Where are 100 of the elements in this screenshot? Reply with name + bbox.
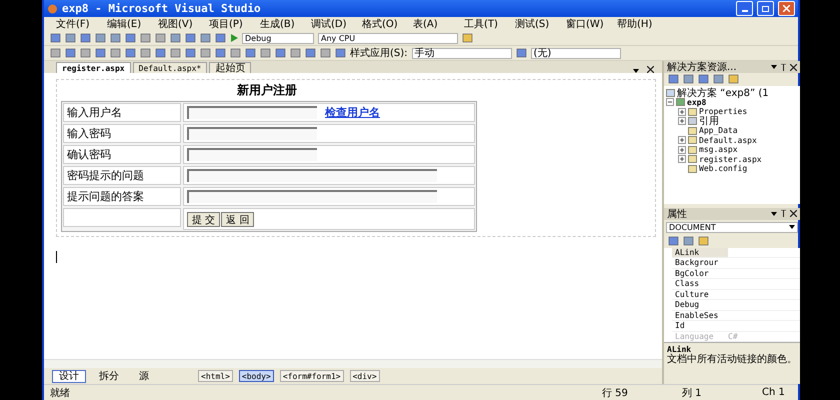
menu-item[interactable]: 项目(P) bbox=[209, 17, 260, 31]
toolbar-icon[interactable] bbox=[290, 48, 301, 58]
play-icon[interactable] bbox=[230, 34, 238, 42]
tag-path-button[interactable]: <html> bbox=[198, 370, 233, 382]
expand-icon[interactable] bbox=[678, 155, 686, 164]
menu-item[interactable]: 格式(O) bbox=[362, 17, 413, 31]
toolbar-icon[interactable] bbox=[80, 33, 91, 43]
dropdown-arrow-icon[interactable] bbox=[771, 212, 777, 216]
toolbar-icon[interactable] bbox=[462, 33, 473, 43]
toolbar-icon[interactable] bbox=[215, 33, 226, 43]
expand-icon[interactable] bbox=[678, 146, 686, 154]
toolbar-icon[interactable] bbox=[125, 48, 136, 58]
expand-icon[interactable] bbox=[678, 136, 686, 144]
toolbar-icon[interactable] bbox=[110, 33, 121, 43]
form-button[interactable]: 返 回 bbox=[221, 212, 254, 226]
toolbar-icon[interactable] bbox=[110, 48, 121, 58]
check-username-link[interactable]: 检查用户名 bbox=[325, 105, 380, 120]
toolbar-icon[interactable] bbox=[200, 33, 211, 43]
dropdown-arrow-icon[interactable] bbox=[789, 225, 795, 230]
toolbar-icon[interactable] bbox=[698, 74, 709, 84]
input-field[interactable] bbox=[187, 148, 317, 161]
toolbar-icon[interactable] bbox=[170, 33, 181, 43]
menu-item[interactable]: 窗口(W) bbox=[566, 17, 617, 31]
toolbar-icon[interactable] bbox=[320, 48, 331, 58]
tree-item[interactable]: App_Data bbox=[699, 126, 738, 136]
document-tab[interactable]: register.aspx bbox=[56, 62, 131, 73]
collapse-icon[interactable] bbox=[666, 98, 674, 106]
menu-item[interactable]: 工具(T) bbox=[464, 17, 515, 31]
view-tab[interactable]: 拆分 bbox=[92, 370, 126, 382]
toolbar-icon[interactable] bbox=[230, 48, 241, 58]
tree-item[interactable]: Properties bbox=[699, 107, 748, 116]
close-button[interactable] bbox=[778, 1, 795, 16]
platform-dropdown[interactable]: Any CPU bbox=[318, 32, 458, 44]
expand-icon[interactable] bbox=[678, 108, 686, 116]
input-field[interactable] bbox=[187, 127, 317, 140]
toolbar-icon[interactable] bbox=[80, 48, 91, 58]
tree-item[interactable]: Default.aspx bbox=[699, 136, 757, 145]
toolbar-icon[interactable] bbox=[50, 33, 61, 43]
toolbar-icon[interactable] bbox=[170, 48, 181, 58]
property-name[interactable]: EnableSes bbox=[672, 310, 728, 320]
menu-item[interactable]: 视图(V) bbox=[158, 17, 209, 31]
toolbar-icon[interactable] bbox=[140, 48, 151, 58]
toolbar-icon[interactable] bbox=[335, 48, 346, 58]
form-button[interactable]: 提 交 bbox=[187, 212, 220, 226]
menu-item[interactable]: 编辑(E) bbox=[107, 17, 158, 31]
toolbar-icon[interactable] bbox=[260, 48, 271, 58]
configuration-dropdown[interactable]: Debug bbox=[242, 32, 314, 44]
property-name[interactable]: Culture bbox=[672, 290, 728, 300]
toolbar-icon[interactable] bbox=[140, 33, 151, 43]
menu-item[interactable]: 测试(S) bbox=[515, 17, 566, 31]
target-dropdown[interactable]: (无) bbox=[530, 48, 621, 58]
toolbar-icon[interactable] bbox=[728, 74, 739, 84]
menu-item[interactable]: 表(A) bbox=[413, 17, 464, 31]
tree-item[interactable]: exp8 bbox=[687, 98, 706, 107]
dropdown-arrow-icon[interactable] bbox=[771, 65, 777, 69]
toolbar-icon[interactable] bbox=[275, 48, 286, 58]
style-dropdown[interactable]: 手动 bbox=[412, 48, 512, 58]
toolbar-icon[interactable] bbox=[65, 48, 76, 58]
toolbar-icon[interactable] bbox=[185, 48, 196, 58]
object-dropdown[interactable]: DOCUMENT bbox=[666, 222, 798, 233]
toolbar-icon[interactable] bbox=[95, 33, 106, 43]
tree-item[interactable]: 解决方案 “exp8” (1 bbox=[677, 86, 769, 100]
property-name[interactable]: Debug bbox=[672, 300, 728, 310]
menu-item[interactable]: 文件(F) bbox=[56, 17, 107, 31]
close-icon[interactable] bbox=[647, 66, 654, 73]
view-tab[interactable]: 源 bbox=[132, 370, 156, 382]
menu-item[interactable]: 帮助(H) bbox=[617, 17, 668, 31]
toolbar-icon[interactable] bbox=[683, 74, 694, 84]
tag-path-button[interactable]: <body> bbox=[238, 370, 274, 382]
document-tab[interactable]: 起始页 bbox=[209, 62, 252, 73]
toolbar-icon[interactable] bbox=[683, 236, 694, 246]
tag-path-button[interactable]: <div> bbox=[350, 370, 380, 382]
toolbar-icon[interactable] bbox=[668, 74, 679, 84]
input-field[interactable] bbox=[187, 190, 437, 203]
toolbar-icon[interactable] bbox=[305, 48, 316, 58]
tree-item[interactable]: 引用 bbox=[699, 114, 719, 128]
toolbar-icon[interactable] bbox=[65, 33, 76, 43]
toolbar-icon[interactable] bbox=[668, 236, 679, 246]
close-icon[interactable] bbox=[790, 210, 797, 218]
property-name[interactable]: Backgrour bbox=[672, 258, 728, 268]
input-field[interactable] bbox=[187, 106, 317, 119]
toolbar-icon[interactable] bbox=[215, 48, 226, 58]
toolbar-icon[interactable] bbox=[125, 33, 136, 43]
property-name[interactable]: Id bbox=[672, 321, 728, 331]
toolbar-icon[interactable] bbox=[698, 236, 709, 246]
property-name[interactable]: ALink bbox=[672, 248, 728, 258]
menu-item[interactable]: 调试(D) bbox=[311, 17, 362, 31]
toolbar-icon[interactable] bbox=[155, 33, 166, 43]
toolbar-icon[interactable] bbox=[516, 48, 527, 58]
property-name[interactable]: BgColor bbox=[672, 268, 728, 278]
property-name[interactable]: Class bbox=[672, 279, 728, 289]
tree-item[interactable]: msg.aspx bbox=[699, 145, 738, 154]
close-icon[interactable] bbox=[790, 64, 797, 70]
toolbar-icon[interactable] bbox=[95, 48, 106, 58]
toolbar-icon[interactable] bbox=[200, 48, 211, 58]
maximize-button[interactable] bbox=[757, 1, 774, 16]
dropdown-arrow-icon[interactable] bbox=[633, 69, 639, 73]
toolbar-icon[interactable] bbox=[713, 74, 724, 84]
toolbar-icon[interactable] bbox=[185, 33, 196, 43]
input-field[interactable] bbox=[187, 169, 437, 182]
